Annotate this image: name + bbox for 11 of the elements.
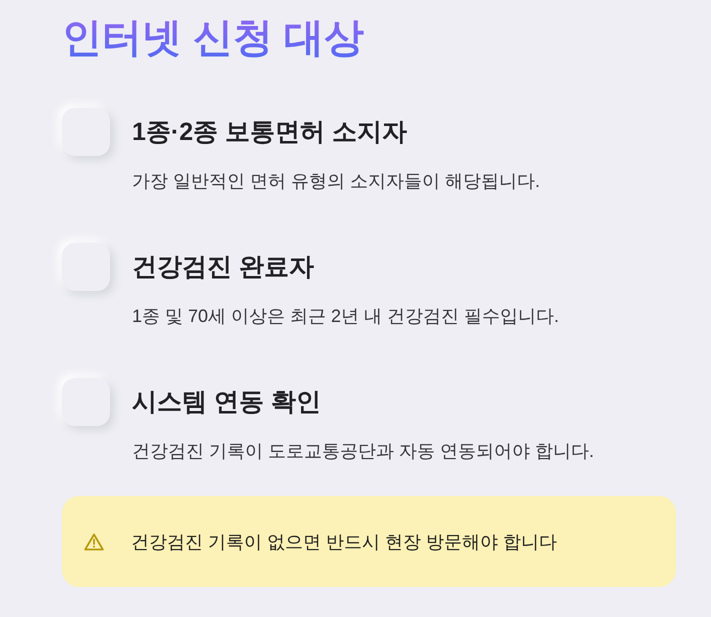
item-title: 건강검진 완료자 [132,252,315,283]
checkbox[interactable] [62,108,110,156]
checkbox[interactable] [62,243,110,291]
item-title: 1종·2종 보통면허 소지자 [132,117,408,148]
checkbox[interactable] [62,378,110,426]
item-title: 시스템 연동 확인 [132,387,322,418]
item-description: 가장 일반적인 면허 유형의 소지자들이 해당됩니다. [132,170,540,193]
item-description: 건강검진 기록이 도로교통공단과 자동 연동되어야 합니다. [132,440,594,463]
warning-icon [84,532,104,550]
warning-text: 건강검진 기록이 없으면 반드시 현장 방문해야 합니다 [131,530,558,554]
item-description: 1종 및 70세 이상은 최근 2년 내 건강검진 필수입니다. [132,305,560,328]
